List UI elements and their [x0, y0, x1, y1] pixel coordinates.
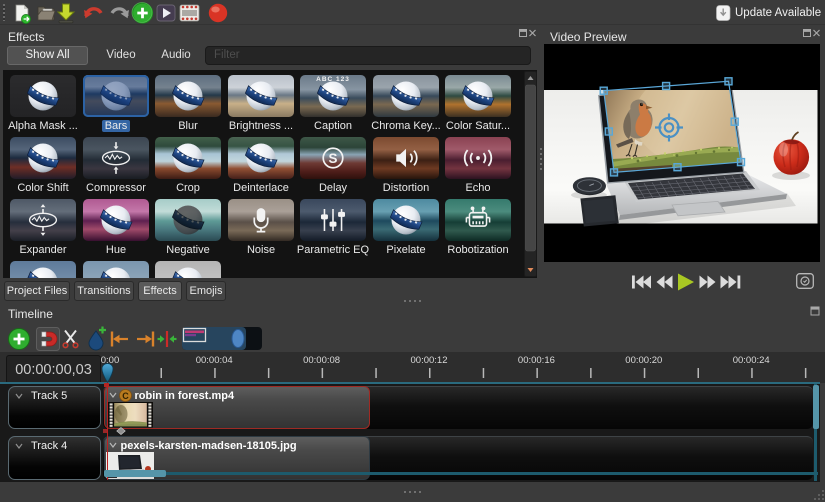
svg-text:S: S [329, 151, 338, 166]
svg-text:00:00:20: 00:00:20 [625, 355, 662, 366]
svg-text:00:00:08: 00:00:08 [303, 355, 340, 366]
svg-text:C: C [122, 391, 129, 401]
svg-text:00:00:04: 00:00:04 [196, 355, 233, 366]
svg-text:00:00:12: 00:00:12 [411, 355, 448, 366]
svg-text:00:00:24: 00:00:24 [733, 355, 770, 366]
svg-text:00:00:16: 00:00:16 [518, 355, 555, 366]
